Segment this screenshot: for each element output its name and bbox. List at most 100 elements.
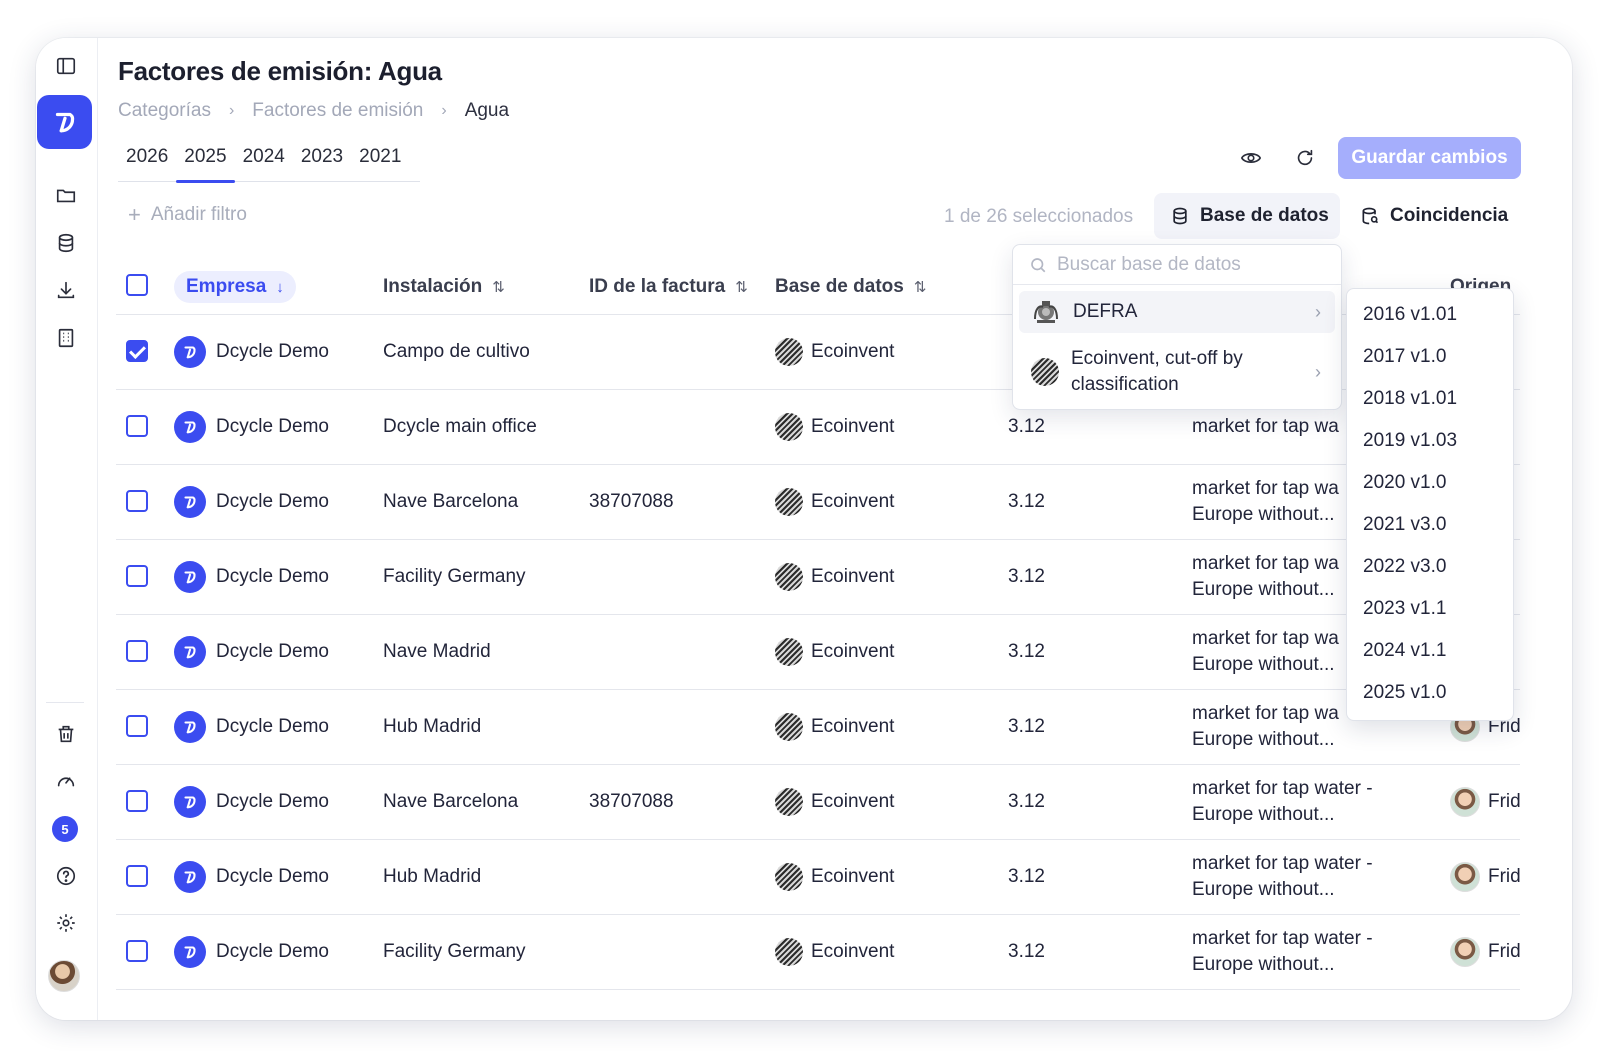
table-row[interactable]: Dcycle Demo Hub Madrid Ecoinvent 3.12 market… [116, 690, 1520, 765]
sidebar-toggle-icon[interactable] [50, 50, 82, 82]
database-filter-button[interactable]: Base de datos [1154, 193, 1340, 239]
description-line2: Europe without... [1192, 579, 1335, 600]
column-empresa[interactable]: Empresa ↓ [174, 270, 296, 304]
notification-badge[interactable]: 5 [52, 816, 78, 842]
save-button[interactable]: Guardar cambios [1338, 137, 1521, 179]
table-row[interactable]: Dcycle Demo Nave Madrid Ecoinvent 3.12 marke… [116, 615, 1520, 690]
database-option-ecoinvent-text: Ecoinvent, cut-off by classification [1071, 346, 1243, 398]
database-option-defra[interactable]: DEFRA › [1019, 291, 1335, 333]
cell-base-datos: Ecoinvent [775, 690, 894, 764]
search-icon [1031, 257, 1046, 272]
empresa-value: Dcycle Demo [216, 866, 329, 887]
user-avatar[interactable] [48, 960, 80, 992]
cell-base-datos: Ecoinvent [775, 390, 894, 464]
row-checkbox[interactable] [126, 790, 148, 812]
column-instalacion[interactable]: Instalación ⇅ [383, 258, 505, 315]
row-checkbox[interactable] [126, 415, 148, 437]
column-base-datos-label: Base de datos [775, 275, 904, 297]
gauge-icon[interactable] [50, 765, 82, 797]
origin-user-avatar [1450, 862, 1480, 892]
tab-2021[interactable]: 2021 [351, 144, 409, 182]
trash-icon[interactable] [50, 718, 82, 750]
cell-empresa: Dcycle Demo [174, 690, 329, 764]
dcycle-logo-icon [174, 561, 206, 593]
gear-icon[interactable] [50, 907, 82, 939]
defra-version-option[interactable]: 2023 v1.1 [1347, 588, 1513, 630]
building-icon[interactable] [50, 322, 82, 354]
defra-version-option[interactable]: 2018 v1.01 [1347, 378, 1513, 420]
chevron-right-icon: › [441, 102, 447, 119]
cell-description: market for tap water - Europe without... [1192, 765, 1392, 839]
ecoinvent-icon [775, 488, 803, 516]
description-line2: Europe without... [1192, 804, 1335, 825]
column-id-factura[interactable]: ID de la factura ⇅ [589, 258, 748, 315]
base-datos-value: Ecoinvent [811, 716, 895, 737]
cell-instalacion: Nave Barcelona [383, 491, 519, 512]
dcycle-logo-icon [174, 786, 206, 818]
defra-version-option[interactable]: 2021 v3.0 [1347, 504, 1513, 546]
breadcrumb-item-factores[interactable]: Factores de emisión [252, 100, 423, 122]
app-logo[interactable] [37, 95, 92, 149]
table-row[interactable]: Dcycle Demo Hub Madrid Ecoinvent 3.12 market… [116, 840, 1520, 915]
tab-2023[interactable]: 2023 [293, 144, 351, 182]
cell-description: market for tap water - Europe without... [1192, 915, 1392, 989]
defra-version-option[interactable]: 2020 v1.0 [1347, 462, 1513, 504]
table-body: Dcycle DemoCampo de cultivoEcoinventdDcy… [116, 315, 1520, 990]
origen-value: Frid [1488, 866, 1520, 887]
defra-version-option[interactable]: 2024 v1.1 [1347, 630, 1513, 672]
refresh-icon[interactable] [1288, 141, 1322, 175]
database-option-ecoinvent-line2: classification [1071, 374, 1179, 395]
download-icon[interactable] [50, 274, 82, 306]
base-datos-value: Ecoinvent [811, 866, 895, 887]
empresa-value: Dcycle Demo [216, 641, 329, 662]
cell-empresa: Dcycle Demo [174, 315, 329, 389]
row-checkbox[interactable] [126, 865, 148, 887]
sort-icon: ⇅ [913, 278, 927, 296]
database-option-ecoinvent[interactable]: Ecoinvent, cut-off by classification › [1019, 341, 1335, 403]
table-row[interactable]: Dcycle Demo Facility Germany Ecoinvent 3.12… [116, 915, 1520, 990]
database-search-input[interactable] [1057, 253, 1317, 276]
empresa-value: Dcycle Demo [216, 791, 329, 812]
row-checkbox[interactable] [126, 490, 148, 512]
defra-version-option[interactable]: 2016 v1.01 [1347, 294, 1513, 336]
table-row[interactable]: Dcycle Demo Nave Barcelona 38707088 Ecoinve… [116, 765, 1520, 840]
table-row[interactable]: Dcycle Demo Nave Barcelona 38707088 Ecoinve… [116, 465, 1520, 540]
cell-base-datos: Ecoinvent [775, 540, 894, 614]
ecoinvent-icon [775, 863, 803, 891]
base-datos-value: Ecoinvent [811, 341, 895, 362]
folder-icon[interactable] [50, 179, 82, 211]
chevron-right-icon: › [1315, 361, 1321, 382]
select-all-checkbox[interactable] [126, 274, 148, 296]
defra-version-option[interactable]: 2019 v1.03 [1347, 420, 1513, 462]
defra-crest-icon [1034, 301, 1058, 323]
description-line1: market for tap wa [1192, 478, 1339, 499]
empresa-value: Dcycle Demo [216, 716, 329, 737]
cell-base-datos: Ecoinvent [775, 315, 894, 389]
tab-2024[interactable]: 2024 [235, 144, 293, 182]
add-filter-button[interactable]: + Añadir filtro [128, 204, 247, 226]
defra-version-option[interactable]: 2022 v3.0 [1347, 546, 1513, 588]
column-empresa-pill: Empresa ↓ [174, 271, 296, 303]
row-checkbox[interactable] [126, 565, 148, 587]
defra-version-option[interactable]: 2017 v1.0 [1347, 336, 1513, 378]
cell-version: 3.12 [1008, 716, 1045, 737]
tab-2025[interactable]: 2025 [176, 144, 235, 183]
column-base-datos[interactable]: Base de datos ⇅ [775, 258, 926, 315]
breadcrumb-item-categorias[interactable]: Categorías [118, 100, 211, 122]
match-filter-button[interactable]: Coincidencia [1356, 193, 1516, 239]
cell-description: market for tap water - Europe without... [1192, 840, 1392, 914]
selection-count: 1 de 26 seleccionados [944, 206, 1134, 227]
eye-icon[interactable] [1234, 141, 1268, 175]
empresa-value: Dcycle Demo [216, 341, 329, 362]
tab-2026[interactable]: 2026 [118, 144, 176, 182]
row-checkbox[interactable] [126, 715, 148, 737]
row-checkbox[interactable] [126, 640, 148, 662]
help-icon[interactable] [50, 860, 82, 892]
row-checkbox[interactable] [126, 940, 148, 962]
database-option-ecoinvent-line1: Ecoinvent, cut-off by [1071, 348, 1243, 369]
table-row[interactable]: Dcycle Demo Facility Germany Ecoinvent 3.12… [116, 540, 1520, 615]
defra-version-option[interactable]: 2025 v1.0 [1347, 672, 1513, 714]
cell-instalacion: Hub Madrid [383, 716, 482, 737]
database-icon[interactable] [50, 227, 82, 259]
row-checkbox[interactable] [126, 340, 148, 362]
